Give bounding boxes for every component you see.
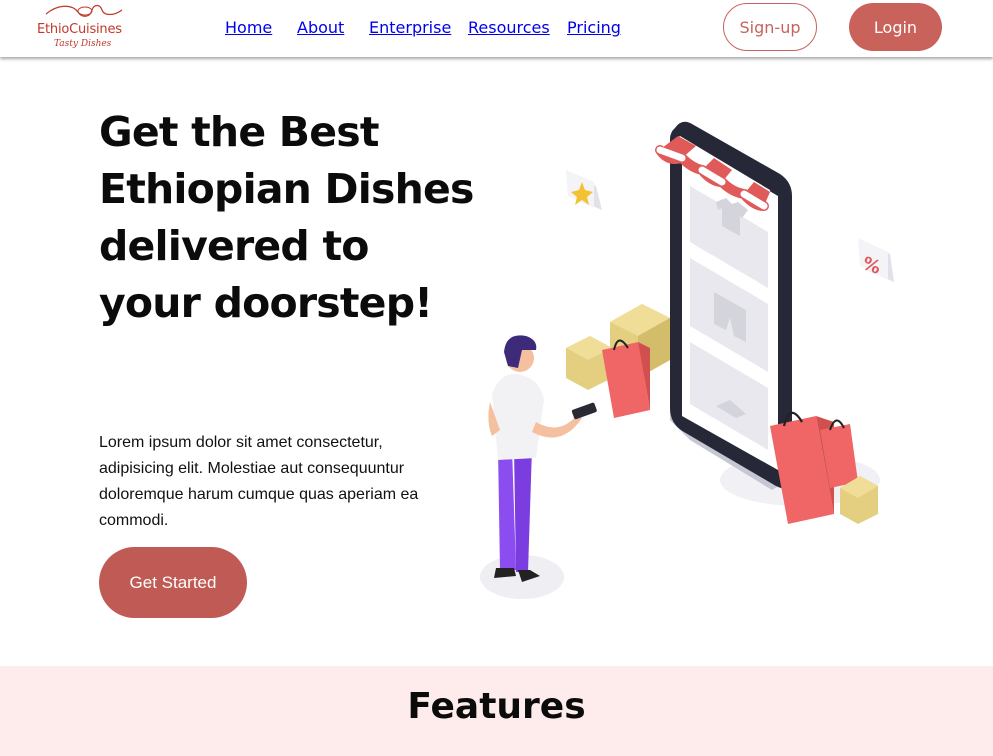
signup-button[interactable]: Sign-up: [723, 3, 817, 51]
get-started-button[interactable]: Get Started: [99, 547, 247, 618]
logo-swirl-icon: [45, 4, 123, 17]
star-icon: [566, 170, 602, 210]
nav-link-enterprise[interactable]: Enterprise: [369, 18, 451, 37]
nav-link-pricing[interactable]: Pricing: [567, 18, 621, 37]
brand-name: EthioCuisines: [37, 22, 122, 37]
shopping-illustration: %: [480, 121, 894, 599]
nav-link-resources[interactable]: Resources: [468, 18, 550, 37]
brand-tagline: Tasty Dishes: [54, 39, 112, 49]
login-button[interactable]: Login: [849, 3, 942, 51]
brand-logo[interactable]: EthioCuisines Tasty Dishes: [36, 2, 131, 54]
nav-link-about[interactable]: About: [297, 18, 344, 37]
nav-link-home[interactable]: Home: [225, 18, 272, 37]
navbar: EthioCuisines Tasty Dishes Home About En…: [0, 0, 993, 57]
percent-icon: %: [858, 238, 894, 282]
hero-title: Get the Best Ethiopian Dishes delivered …: [99, 108, 474, 327]
hero-description: Lorem ipsum dolor sit amet consectetur, …: [99, 434, 419, 529]
features-title: Features: [407, 686, 586, 727]
